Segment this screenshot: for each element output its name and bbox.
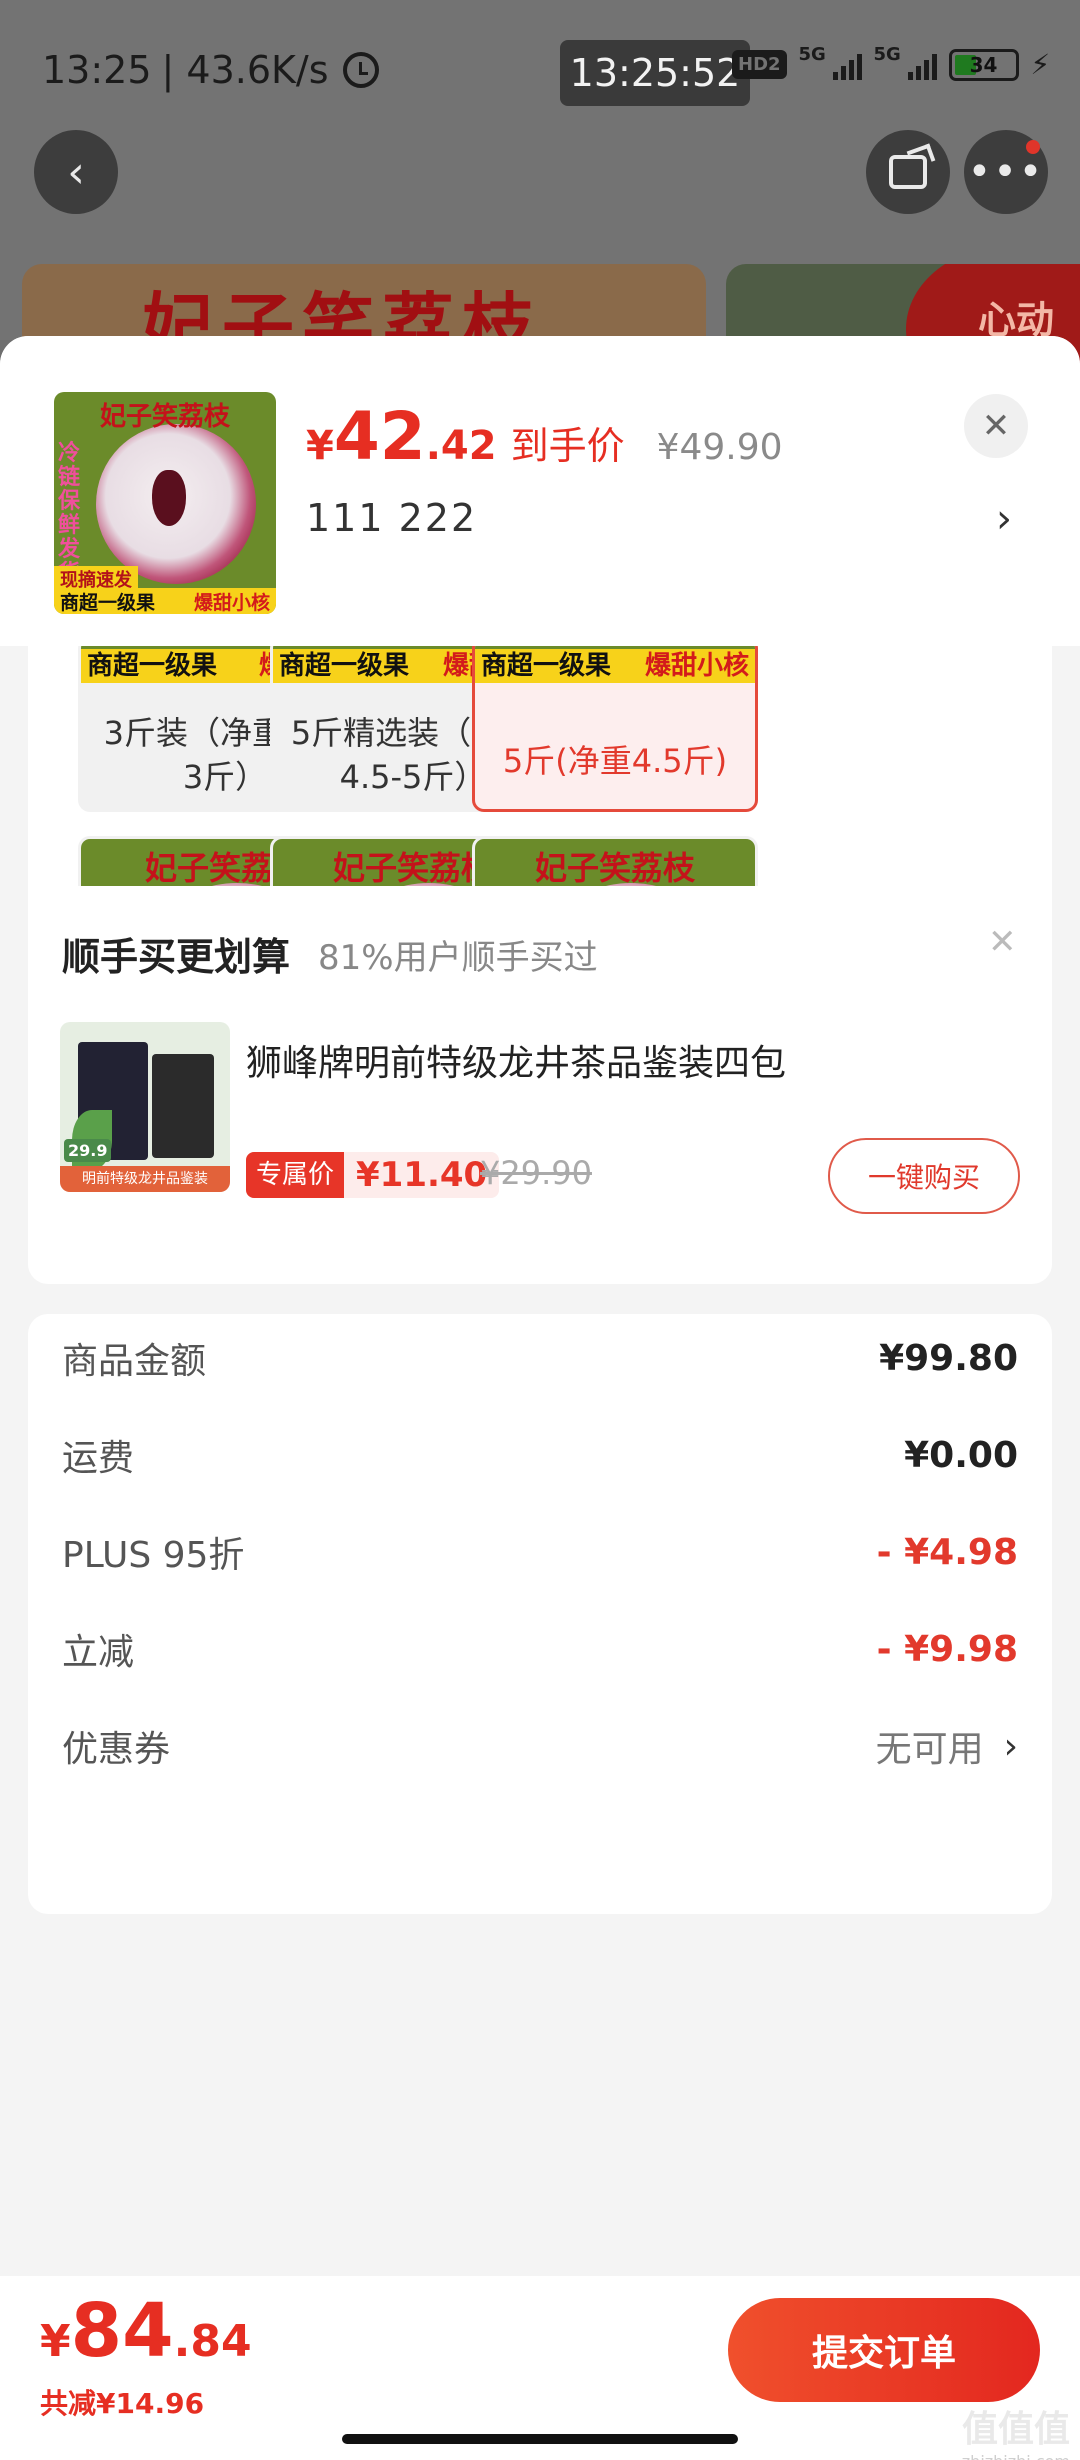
- price-detail-label: 立减: [62, 1632, 135, 1673]
- price-detail-label: 优惠券: [62, 1729, 171, 1770]
- back-button[interactable]: ‹: [34, 130, 118, 214]
- notification-dot: [1026, 140, 1040, 154]
- status-left: 13:25 | 43.6K/s: [42, 48, 379, 92]
- total-decimal: .84: [173, 2316, 252, 2367]
- tea-product-image[interactable]: 29.9 明前特级龙井品鉴装: [60, 1022, 230, 1192]
- price-detail-value: ¥0.00: [904, 1434, 1018, 1476]
- watermark-text: 值值值: [961, 2409, 1070, 2450]
- total-currency: ¥: [40, 2316, 71, 2367]
- price-detail-label: PLUS 95折: [62, 1535, 245, 1576]
- price-currency: ¥: [306, 423, 334, 469]
- network-type: 5G: [798, 43, 826, 65]
- product-thumbnail[interactable]: 妃子笑荔枝 冷链保鲜发货 现摘速发 商超一级果 爆甜小核: [54, 392, 276, 614]
- price-detail-label: 运费: [62, 1438, 135, 1479]
- bottom-bar: ¥ 84 .84 共减¥14.96 提交订单: [0, 2276, 1080, 2460]
- signal-icon-2: 5G: [874, 44, 937, 80]
- watermark: 值值值 zhizhizhi.com: [930, 2400, 1070, 2460]
- close-icon: ✕: [981, 406, 1011, 446]
- hd-badge: HD2: [732, 50, 787, 79]
- watermark-site: zhizhizhi.com: [930, 2452, 1070, 2460]
- more-button[interactable]: •••: [964, 130, 1048, 214]
- price-detail-row: 商品金额 ¥99.80: [62, 1328, 1018, 1388]
- original-price: ¥49.90: [656, 427, 783, 468]
- purchase-sheet: 妃子笑荔枝 冷链保鲜发货 现摘速发 商超一级果 爆甜小核 ¥ 42 .42 到手…: [0, 336, 1080, 2460]
- time-pill: 13:25:52: [560, 40, 750, 106]
- selected-spec[interactable]: 111 222: [306, 496, 477, 540]
- share-icon: [889, 155, 927, 189]
- product-image: 妃子笑荔枝 冷链保鲜发货 现摘速发 商超一级果 爆甜小核: [54, 392, 276, 614]
- total-saved: 共减¥14.96: [40, 2387, 205, 2420]
- signal-icon: 5G: [799, 44, 862, 80]
- coupon-status: 无可用: [875, 1729, 984, 1770]
- battery-icon: 34: [948, 48, 1019, 81]
- image-bar-right: 爆甜小核: [193, 592, 270, 614]
- price-detail-row[interactable]: 优惠券 无可用 ›: [62, 1716, 1018, 1776]
- chevron-right-icon[interactable]: ›: [996, 496, 1012, 542]
- price-label: 到手价: [510, 424, 625, 468]
- addon-product-name[interactable]: 狮峰牌明前特级龙井茶品鉴装四包: [246, 1034, 786, 1086]
- price-detail-row: PLUS 95折 - ¥4.98: [62, 1522, 1018, 1582]
- image-title: 妃子笑荔枝: [99, 402, 230, 432]
- price-detail-card: 商品金额 ¥99.80 运费 ¥0.00 PLUS 95折 - ¥4.98 立减 - ¥9.9…: [28, 1314, 1052, 1914]
- addon-title: 顺手买更划算: [62, 935, 291, 979]
- price-detail-label: 商品金额: [62, 1341, 207, 1382]
- addon-close-icon[interactable]: ✕: [988, 922, 1017, 962]
- chevron-right-icon: ›: [1003, 1725, 1018, 1767]
- home-indicator[interactable]: [342, 2434, 738, 2444]
- net-speed: | 43.6K/s: [161, 48, 329, 92]
- addon-price: ¥11.40: [356, 1155, 488, 1195]
- addon-subtitle: 81%用户顺手买过: [318, 938, 598, 978]
- addon-price-box: 专属价 ¥11.40: [246, 1152, 500, 1198]
- status-bar: 13:25 | 43.6K/s 13:25:52 HD2 5G 5G 34 ⚡: [0, 0, 1080, 140]
- image-side-text: 冷链保鲜发货: [58, 441, 81, 586]
- image-bar-left: 商超一级果: [60, 592, 156, 614]
- close-button[interactable]: ✕: [964, 394, 1028, 458]
- one-click-buy-button[interactable]: 一键购买: [828, 1138, 1020, 1214]
- chevron-left-icon: ‹: [67, 146, 85, 198]
- price-detail-row: 运费 ¥0.00: [62, 1425, 1018, 1485]
- status-right: HD2 5G 5G 34 ⚡: [732, 44, 1051, 81]
- image-bar: 商超一级果 爆甜小核: [54, 588, 276, 614]
- battery-level: 34: [969, 52, 998, 77]
- price-line: ¥ 42 .42 到手价 ¥49.90: [306, 398, 783, 475]
- submit-order-button[interactable]: 提交订单: [728, 2298, 1040, 2402]
- charging-icon: ⚡: [1030, 48, 1051, 81]
- price-decimal: .42: [425, 423, 497, 469]
- status-time: 13:25: [42, 48, 152, 92]
- price-detail-value: - ¥4.98: [876, 1531, 1018, 1573]
- total-integer: 84: [70, 2288, 174, 2374]
- price-detail-row: 立减 - ¥9.98: [62, 1619, 1018, 1679]
- option-image-bar: 商超一级果爆甜小核: [475, 649, 755, 683]
- addon-original-price: ¥29.90: [480, 1154, 592, 1192]
- alarm-icon: [342, 52, 379, 88]
- addon-price-tag: 专属价: [246, 1152, 345, 1198]
- tea-image-badge: 29.9: [64, 1139, 112, 1162]
- addon-card: 顺手买更划算 81%用户顺手买过 ✕ 29.9 明前特级龙井品鉴装 狮峰牌明前特…: [28, 886, 1052, 1284]
- background-page: 13:25 | 43.6K/s 13:25:52 HD2 5G 5G 34 ⚡ …: [0, 0, 1080, 384]
- price-detail-value: 无可用 ›: [876, 1720, 1018, 1772]
- share-button[interactable]: [866, 130, 950, 214]
- sheet-header: 妃子笑荔枝 冷链保鲜发货 现摘速发 商超一级果 爆甜小核 ¥ 42 .42 到手…: [0, 336, 1080, 646]
- price-detail-value: ¥99.80: [879, 1337, 1018, 1379]
- option-image-title: 妃子笑荔枝: [534, 849, 695, 887]
- tea-image-strip: 明前特级龙井品鉴装: [60, 1166, 230, 1192]
- spec-option-label: 5斤(净重4.5斤): [502, 742, 728, 780]
- network-type-2: 5G: [873, 43, 901, 65]
- more-icon: •••: [967, 149, 1045, 195]
- spec-option[interactable]: 商超一级果 爆甜小核 5斤(净重4.5斤): [472, 636, 758, 812]
- total-price: ¥ 84 .84: [40, 2288, 252, 2374]
- price-detail-value: - ¥9.98: [876, 1628, 1018, 1670]
- price-integer: 42: [333, 398, 426, 475]
